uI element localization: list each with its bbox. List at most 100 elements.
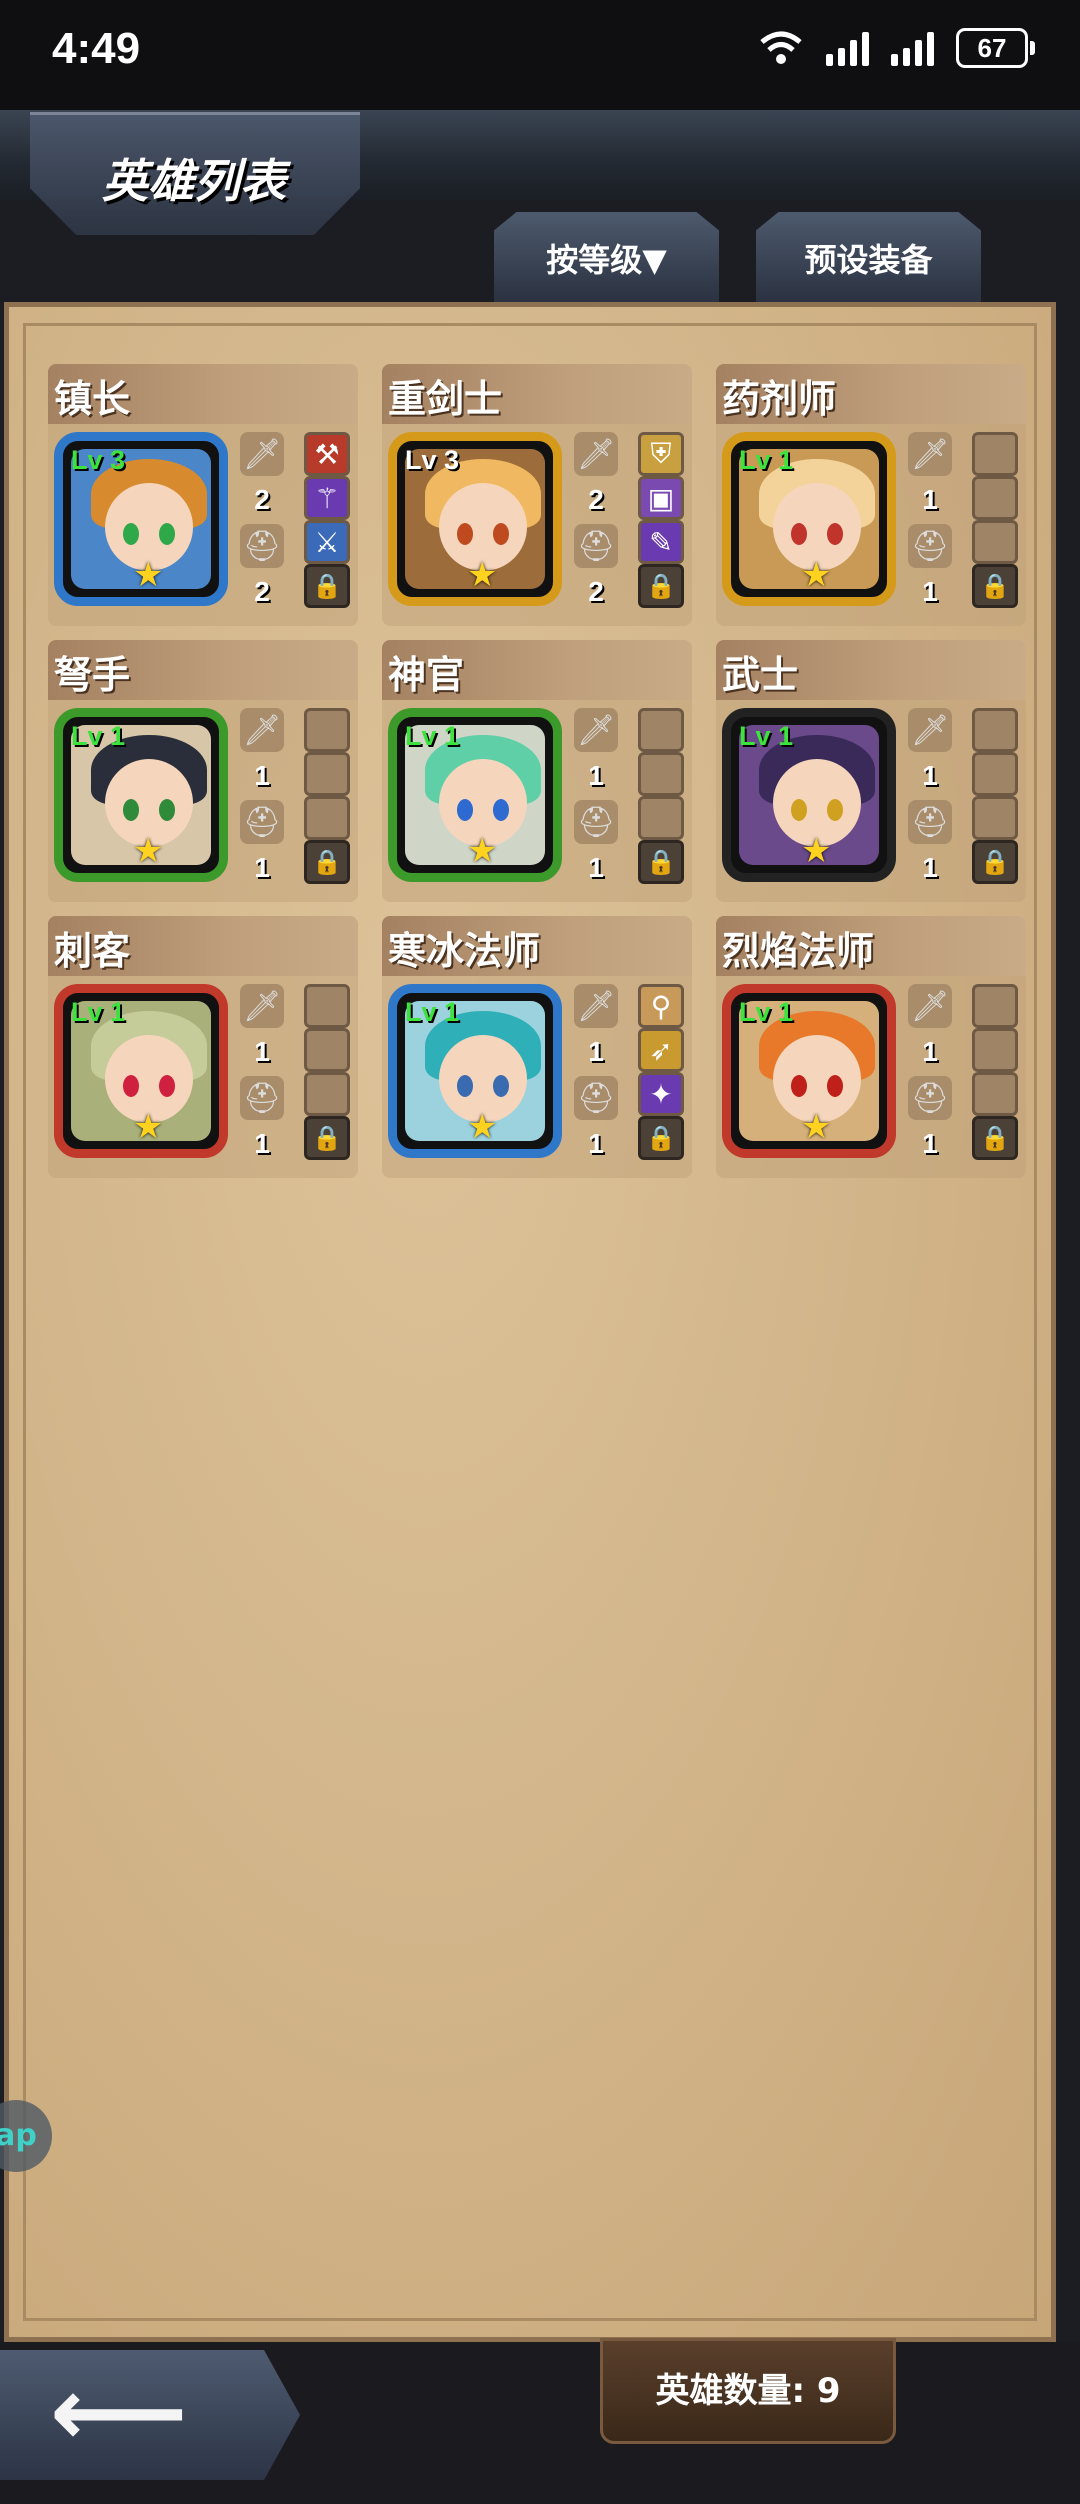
locked-slot: 🔒 <box>638 564 684 608</box>
empty-equip-slot[interactable] <box>638 708 684 752</box>
locked-slot: 🔒 <box>972 840 1018 884</box>
hero-portrait[interactable]: Lv 1 ★ <box>54 708 228 882</box>
empty-equip-slot[interactable] <box>972 708 1018 752</box>
empty-equip-slot[interactable] <box>972 476 1018 520</box>
battery-indicator: 67 <box>956 28 1035 68</box>
dagger-equip-slot[interactable]: ✎ <box>638 520 684 564</box>
attack-value: 2 <box>588 484 604 515</box>
hero-level: Lv 3 <box>71 445 126 475</box>
hero-card[interactable]: 刺客 Lv 1 ★ 🗡 1 ⛑ 1 🔒 <box>48 916 358 1178</box>
defense-value: 1 <box>922 852 938 883</box>
empty-equip-slot[interactable] <box>304 796 350 840</box>
hero-level: Lv 3 <box>405 445 460 475</box>
preset-equipment-button[interactable]: 预设装备 <box>756 212 981 304</box>
orb-equip-slot[interactable]: ✦ <box>638 1072 684 1116</box>
hero-level: Lv 1 <box>71 997 126 1027</box>
axe-icon: ⚒ <box>314 437 340 471</box>
empty-equip-slot[interactable] <box>638 752 684 796</box>
hero-portrait[interactable]: Lv 1 ★ <box>722 984 896 1158</box>
bow-equip-slot[interactable]: ➶ <box>638 1028 684 1072</box>
hero-card[interactable]: 重剑士 Lv 3 ★ 🗡 2 ⛑ 2 ⛨ ▣ ✎ 🔒 <box>382 364 692 626</box>
empty-equip-slot[interactable] <box>304 752 350 796</box>
hero-portrait[interactable]: Lv 3 ★ <box>54 432 228 606</box>
empty-equip-slot[interactable] <box>972 1028 1018 1072</box>
hero-card[interactable]: 药剂师 Lv 1 ★ 🗡 1 ⛑ 1 🔒 <box>716 364 1026 626</box>
attack-sword-icon: 🗡 <box>240 708 284 752</box>
wand-equip-slot[interactable]: ⚲ <box>638 984 684 1028</box>
bow-icon: ➶ <box>649 1033 673 1067</box>
hero-name: 药剂师 <box>722 377 837 421</box>
hero-name: 刺客 <box>54 929 131 973</box>
lock-icon: 🔒 <box>312 1124 342 1152</box>
hero-name: 镇长 <box>54 377 131 421</box>
attack-value: 2 <box>254 484 270 515</box>
locked-slot: 🔒 <box>638 1116 684 1160</box>
status-bar: 4:49 67 <box>0 0 1080 110</box>
hero-portrait[interactable]: Lv 1 ★ <box>722 432 896 606</box>
hero-card[interactable]: 神官 Lv 1 ★ 🗡 1 ⛑ 1 🔒 <box>382 640 692 902</box>
hero-name-bar: 刺客 <box>48 916 358 976</box>
hero-level: Lv 1 <box>739 997 794 1027</box>
hero-level: Lv 1 <box>739 445 794 475</box>
attack-sword-icon: 🗡 <box>908 708 952 752</box>
hero-portrait[interactable]: Lv 1 ★ <box>388 984 562 1158</box>
hero-card[interactable]: 镇长 Lv 3 ★ 🗡 2 ⛑ 2 ⚒ ⚚ ⚔ 🔒 <box>48 364 358 626</box>
staff-icon: ⚚ <box>314 481 340 515</box>
staff-equip-slot[interactable]: ⚚ <box>304 476 350 520</box>
defense-value: 1 <box>922 576 938 607</box>
attack-value: 1 <box>254 760 270 791</box>
hero-card[interactable]: 寒冰法师 Lv 1 ★ 🗡 1 ⛑ 1 ⚲ ➶ ✦ 🔒 <box>382 916 692 1178</box>
star-icon: ★ <box>133 1107 164 1147</box>
empty-equip-slot[interactable] <box>972 984 1018 1028</box>
empty-equip-slot[interactable] <box>304 984 350 1028</box>
empty-equip-slot[interactable] <box>972 1072 1018 1116</box>
empty-equip-slot[interactable] <box>972 520 1018 564</box>
orb-icon: ✦ <box>649 1077 673 1111</box>
locked-slot: 🔒 <box>304 1116 350 1160</box>
hero-level: Lv 1 <box>405 721 460 751</box>
empty-equip-slot[interactable] <box>972 752 1018 796</box>
hero-portrait[interactable]: Lv 1 ★ <box>388 708 562 882</box>
hero-level: Lv 1 <box>739 721 794 751</box>
attack-sword-icon: 🗡 <box>574 984 618 1028</box>
back-button[interactable]: ⟵ <box>0 2350 300 2480</box>
empty-equip-slot[interactable] <box>972 796 1018 840</box>
attack-value: 1 <box>588 760 604 791</box>
hero-portrait[interactable]: Lv 1 ★ <box>54 984 228 1158</box>
star-icon: ★ <box>133 555 164 595</box>
hero-portrait[interactable]: Lv 3 ★ <box>388 432 562 606</box>
lock-icon: 🔒 <box>646 1124 676 1152</box>
hero-portrait[interactable]: Lv 1 ★ <box>722 708 896 882</box>
empty-equip-slot[interactable] <box>638 796 684 840</box>
star-icon: ★ <box>467 831 498 871</box>
title-plate: 英雄列表 <box>30 112 360 235</box>
status-icons: 67 <box>758 28 1035 68</box>
shield-equip-slot[interactable]: ⛨ <box>638 432 684 476</box>
hero-name-bar: 烈焰法师 <box>716 916 1026 976</box>
sort-by-level-button[interactable]: 按等级▼ <box>494 212 719 304</box>
empty-equip-slot[interactable] <box>304 1072 350 1116</box>
hero-card[interactable]: 弩手 Lv 1 ★ 🗡 1 ⛑ 1 🔒 <box>48 640 358 902</box>
empty-equip-slot[interactable] <box>304 1028 350 1072</box>
defense-value: 2 <box>254 576 270 607</box>
defense-helmet-icon: ⛑ <box>240 1076 284 1120</box>
axe-equip-slot[interactable]: ⚒ <box>304 432 350 476</box>
sword-equip-slot[interactable]: ⚔ <box>304 520 350 564</box>
hero-card[interactable]: 武士 Lv 1 ★ 🗡 1 ⛑ 1 🔒 <box>716 640 1026 902</box>
defense-value: 1 <box>588 852 604 883</box>
locked-slot: 🔒 <box>972 1116 1018 1160</box>
lock-icon: 🔒 <box>980 848 1010 876</box>
lock-icon: 🔒 <box>980 1124 1010 1152</box>
hero-card[interactable]: 烈焰法师 Lv 1 ★ 🗡 1 ⛑ 1 🔒 <box>716 916 1026 1178</box>
dagger-icon: ✎ <box>649 525 673 559</box>
empty-equip-slot[interactable] <box>304 708 350 752</box>
hero-name-bar: 药剂师 <box>716 364 1026 424</box>
star-icon: ★ <box>801 555 832 595</box>
empty-equip-slot[interactable] <box>972 432 1018 476</box>
armor-equip-slot[interactable]: ▣ <box>638 476 684 520</box>
defense-helmet-icon: ⛑ <box>240 800 284 844</box>
attack-sword-icon: 🗡 <box>908 432 952 476</box>
wifi-icon <box>760 31 802 64</box>
signal-icon-2 <box>891 30 934 66</box>
back-arrow-icon: ⟵ <box>50 2356 188 2468</box>
